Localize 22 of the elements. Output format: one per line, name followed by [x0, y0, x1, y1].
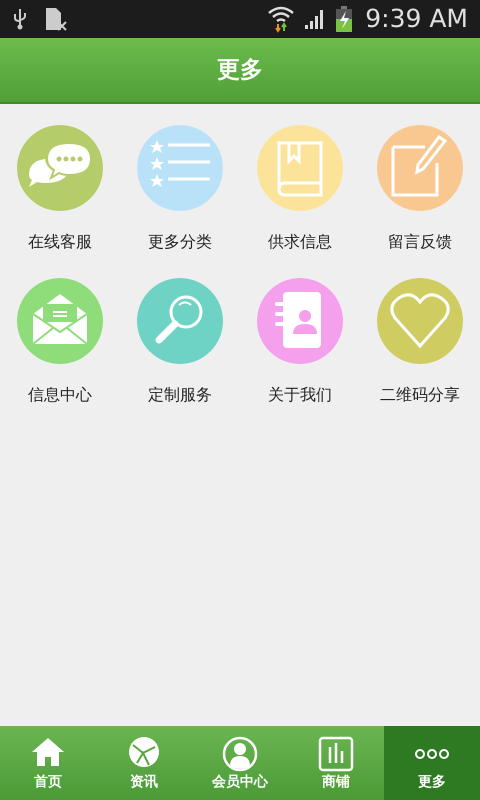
tile-label: 更多分类 — [148, 231, 212, 253]
wifi-icon — [267, 5, 296, 33]
clock-time: 9:39 AM — [365, 3, 468, 36]
tile-label: 关于我们 — [268, 384, 332, 406]
nav-tab[interactable]: 商铺 — [288, 726, 384, 800]
tile-label: 二维码分享 — [380, 384, 460, 406]
nav-tab[interactable]: 首页 — [0, 726, 96, 800]
sim-card-icon — [44, 6, 68, 32]
tile-label: 留言反馈 — [388, 231, 452, 253]
person-icon — [221, 735, 259, 773]
more-dots-icon — [414, 748, 450, 760]
battery-icon — [335, 5, 354, 33]
tile-label: 在线客服 — [28, 231, 92, 253]
bar-chart-icon — [317, 735, 355, 773]
header-title: 更多 — [217, 56, 263, 85]
nav-tab[interactable]: 更多 — [384, 726, 480, 800]
nav-tab[interactable]: 资讯 — [96, 726, 192, 800]
tile-label: 供求信息 — [268, 231, 332, 253]
nav-tab[interactable]: 会员中心 — [192, 726, 288, 800]
tile-label: 信息中心 — [28, 384, 92, 406]
tile-label: 定制服务 — [148, 384, 212, 406]
usb-icon — [12, 7, 28, 31]
